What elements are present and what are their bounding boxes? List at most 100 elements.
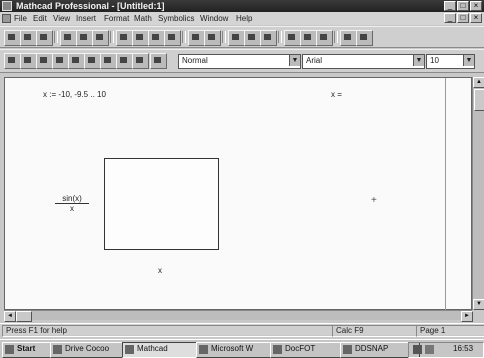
task-label: DocFOT <box>285 344 316 353</box>
title-bar: Mathcad Professional - [Untitled:1] _ □ … <box>0 0 484 12</box>
tray-network-icon[interactable] <box>413 345 422 354</box>
scroll-left-icon[interactable]: ◄ <box>4 311 16 322</box>
spell-check-icon[interactable] <box>92 30 109 46</box>
document-icon <box>273 345 282 354</box>
mathcad-app-icon[interactable] <box>2 1 12 11</box>
menu-insert[interactable]: Insert <box>76 12 96 25</box>
xy-plot-region[interactable] <box>104 158 219 250</box>
matrix-palette-icon[interactable] <box>36 53 53 69</box>
chevron-down-icon[interactable]: ▼ <box>463 55 474 66</box>
style-select[interactable]: Normal ▼ <box>178 54 301 69</box>
drive-icon <box>53 345 62 354</box>
copy-icon[interactable] <box>132 30 149 46</box>
help-icon[interactable] <box>356 30 373 46</box>
snapshot-icon <box>343 345 352 354</box>
evaluation-palette-icon[interactable] <box>52 53 69 69</box>
task-label: Mathcad <box>137 344 168 353</box>
print-icon[interactable] <box>60 30 77 46</box>
standard-toolbar <box>0 26 484 48</box>
symbolic-palette-icon[interactable] <box>132 53 149 69</box>
greek-palette-icon[interactable] <box>116 53 133 69</box>
scroll-up-icon[interactable]: ▲ <box>473 77 484 88</box>
task-label: Microsoft W <box>211 344 254 353</box>
save-icon[interactable] <box>36 30 53 46</box>
evaluation-expression[interactable]: x = <box>331 90 342 99</box>
doc-close-button[interactable]: × <box>470 13 482 23</box>
menu-edit[interactable]: Edit <box>33 12 47 25</box>
taskbar: Start Drive Cocoo Mathcad Microsoft W Do… <box>0 339 484 358</box>
task-label: Drive Cocoo <box>65 344 110 353</box>
new-icon[interactable] <box>4 30 21 46</box>
window-title: Mathcad Professional - [Untitled:1] <box>16 1 165 11</box>
menu-math[interactable]: Math <box>134 12 152 25</box>
crosshair-cursor-icon: + <box>371 195 377 206</box>
toolbar-separator <box>222 31 226 43</box>
cut-icon[interactable] <box>116 30 133 46</box>
undo-icon[interactable] <box>164 30 181 46</box>
font-size-select[interactable]: 10 ▼ <box>426 54 475 69</box>
plot-y-axis-label[interactable]: sin(x) x <box>55 194 89 213</box>
align-across-icon[interactable] <box>188 30 205 46</box>
calculus-palette-icon[interactable] <box>68 53 85 69</box>
chevron-down-icon[interactable]: ▼ <box>413 55 424 66</box>
menu-format[interactable]: Format <box>104 12 129 25</box>
calculator-palette-icon[interactable] <box>4 53 21 69</box>
resource-center-icon[interactable] <box>316 30 333 46</box>
minimize-button[interactable]: _ <box>444 1 456 11</box>
menu-window[interactable]: Window <box>200 12 228 25</box>
maximize-button[interactable]: □ <box>457 1 469 11</box>
word-icon <box>199 345 208 354</box>
worksheet[interactable]: x := -10, -9.5 .. 10 x = sin(x) x x + <box>4 77 472 311</box>
open-icon[interactable] <box>20 30 37 46</box>
calculate-icon[interactable] <box>260 30 277 46</box>
task-label: DDSNAP <box>355 344 389 353</box>
tray-clock[interactable]: 16:53 <box>453 343 473 355</box>
menu-file[interactable]: File <box>14 12 27 25</box>
font-select-value: Arial <box>306 56 323 65</box>
horizontal-scrollbar[interactable]: ◄ ► <box>4 310 473 322</box>
print-preview-icon[interactable] <box>76 30 93 46</box>
style-select-value: Normal <box>182 56 208 65</box>
menu-symbolics[interactable]: Symbolics <box>158 12 194 25</box>
insert-unit-icon[interactable] <box>244 30 261 46</box>
plot-x-axis-label[interactable]: x <box>158 266 162 275</box>
toolbar-separator <box>334 31 338 43</box>
windows-logo-icon <box>5 345 14 354</box>
paste-icon[interactable] <box>148 30 165 46</box>
y-label-denominator: x <box>70 204 74 213</box>
scroll-right-icon[interactable]: ► <box>461 311 473 322</box>
scroll-down-icon[interactable]: ▼ <box>473 299 484 310</box>
align-down-icon[interactable] <box>204 30 221 46</box>
boolean-palette-icon[interactable] <box>84 53 101 69</box>
document-icon[interactable] <box>2 14 11 23</box>
programming-palette-icon[interactable] <box>100 53 117 69</box>
insert-component-icon[interactable] <box>300 30 317 46</box>
menu-bar: File Edit View Insert Format Math Symbol… <box>0 12 484 25</box>
style-palette-icon[interactable] <box>150 53 167 69</box>
zoom-icon[interactable] <box>340 30 357 46</box>
toolbar-separator <box>182 31 186 43</box>
insert-function-icon[interactable] <box>228 30 245 46</box>
font-select[interactable]: Arial ▼ <box>302 54 425 69</box>
vertical-scroll-thumb[interactable] <box>474 89 484 111</box>
graph-palette-icon[interactable] <box>20 53 37 69</box>
font-size-value: 10 <box>430 56 439 65</box>
status-help-text: Press F1 for help <box>2 325 333 337</box>
doc-minimize-button[interactable]: _ <box>444 13 456 23</box>
range-variable-definition[interactable]: x := -10, -9.5 .. 10 <box>43 90 106 99</box>
menu-view[interactable]: View <box>53 12 70 25</box>
menu-help[interactable]: Help <box>236 12 252 25</box>
y-label-numerator: sin(x) <box>55 194 89 204</box>
toolbar-separator <box>54 31 58 43</box>
insert-hyperlink-icon[interactable] <box>284 30 301 46</box>
chevron-down-icon[interactable]: ▼ <box>289 55 300 66</box>
horizontal-scroll-thumb[interactable] <box>16 311 32 322</box>
tray-volume-icon[interactable] <box>425 345 434 354</box>
toolbar-separator <box>278 31 282 43</box>
mathcad-icon <box>125 345 134 354</box>
close-button[interactable]: × <box>470 1 482 11</box>
vertical-scrollbar[interactable]: ▲ ▼ <box>472 77 484 310</box>
doc-restore-button[interactable]: □ <box>457 13 469 23</box>
toolbar-separator <box>110 31 114 43</box>
formatting-toolbar: Normal ▼ Arial ▼ 10 ▼ <box>0 49 484 73</box>
